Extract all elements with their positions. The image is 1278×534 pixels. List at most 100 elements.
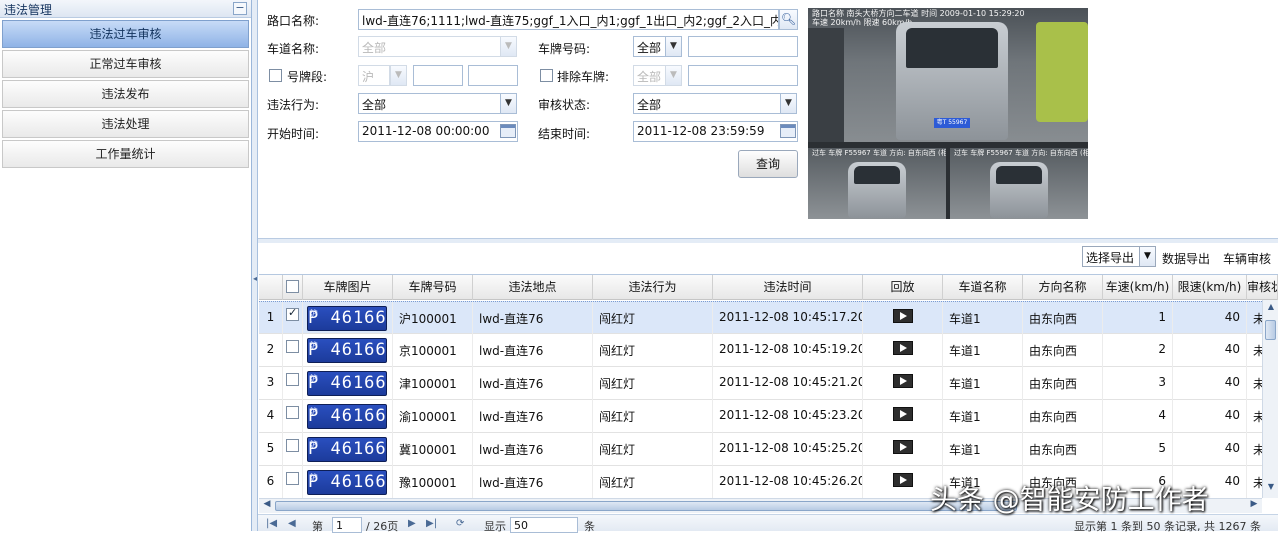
exclude-input[interactable] <box>688 65 798 86</box>
first-page-icon[interactable]: |◀ <box>266 518 277 529</box>
row-checkbox[interactable] <box>286 340 299 353</box>
plate-input[interactable] <box>688 36 798 57</box>
segment-checkbox[interactable] <box>269 69 282 82</box>
end-time-input[interactable]: 2011-12-08 23:59:59 <box>633 121 798 142</box>
playback-icon[interactable] <box>892 341 913 355</box>
plate-image-cell[interactable]: 沪P 46166 <box>303 400 393 433</box>
nav-item[interactable]: 正常过车审核 <box>2 50 249 78</box>
horizontal-splitter[interactable] <box>258 238 1278 243</box>
vertical-scroll-thumb[interactable] <box>1265 320 1276 340</box>
plate-type-select[interactable]: 全部 <box>633 36 666 57</box>
lane-dropdown-icon[interactable]: ▼ <box>500 36 517 57</box>
nav-item[interactable]: 违法过车审核 <box>2 20 249 48</box>
refresh-icon[interactable]: ⟳ <box>456 518 464 529</box>
row-checkbox[interactable] <box>286 439 299 452</box>
collapse-icon[interactable]: − <box>233 2 247 15</box>
nav-item[interactable]: 违法处理 <box>2 110 249 138</box>
segment-to-input[interactable] <box>468 65 518 86</box>
table-row[interactable]: 2沪P 46166 京100001 lwd-直连76 闯红灯 2011-12-08 10… <box>259 334 1278 367</box>
nav-item[interactable]: 工作量统计 <box>2 140 249 168</box>
end-calendar-icon[interactable] <box>780 124 796 138</box>
plate-image[interactable]: 沪P 46166 <box>307 306 387 331</box>
vehicle-review-button[interactable]: 车辆审核 <box>1223 250 1271 267</box>
row-checkbox-cell[interactable] <box>283 302 303 335</box>
data-export-button[interactable]: 数据导出 <box>1162 250 1210 267</box>
lane-select[interactable]: 全部 <box>358 36 501 57</box>
row-checkbox[interactable] <box>286 306 299 321</box>
column-header[interactable]: 车速(km/h) <box>1103 275 1173 300</box>
start-time-input[interactable]: 2011-12-08 00:00:00 <box>358 121 518 142</box>
row-checkbox-cell[interactable] <box>283 400 303 433</box>
plate-image[interactable]: 沪P 46166 <box>307 437 387 462</box>
column-header[interactable]: 回放 <box>863 275 943 300</box>
table-row[interactable]: 5沪P 46166 冀100001 lwd-直连76 闯红灯 2011-12-08 10… <box>259 433 1278 466</box>
table-row[interactable]: 1沪P 46166沪100001lwd-直连76闯红灯2011-12-08 10… <box>259 301 1278 335</box>
playback-icon[interactable] <box>892 374 913 388</box>
plate-image-cell[interactable]: 沪P 46166 <box>303 334 393 367</box>
segment-prefix-select[interactable]: 沪 <box>358 65 390 86</box>
column-header[interactable]: 审核状 <box>1247 275 1278 300</box>
scroll-up-icon[interactable]: ▲ <box>1264 302 1278 316</box>
table-row[interactable]: 4沪P 46166 渝100001 lwd-直连76 闯红灯 2011-12-08 10… <box>259 400 1278 433</box>
scroll-right-icon[interactable]: ▶ <box>1247 499 1261 513</box>
review-dropdown-icon[interactable]: ▼ <box>780 93 797 114</box>
prev-page-icon[interactable]: ◀ <box>288 518 296 529</box>
row-checkbox[interactable] <box>286 406 299 419</box>
query-button[interactable]: 查询 <box>738 150 798 178</box>
playback-cell[interactable] <box>863 400 943 433</box>
violation-dropdown-icon[interactable]: ▼ <box>500 93 517 114</box>
select-all-checkbox[interactable] <box>286 280 299 293</box>
plate-image[interactable]: 沪P 46166 <box>307 371 387 396</box>
violation-select[interactable]: 全部 <box>358 93 501 114</box>
segment-prefix-dropdown-icon[interactable]: ▼ <box>390 65 407 86</box>
last-page-icon[interactable]: ▶| <box>426 518 437 529</box>
nav-splitter[interactable]: ◂ <box>252 0 258 531</box>
playback-cell[interactable] <box>863 433 943 466</box>
scroll-down-icon[interactable]: ▼ <box>1264 482 1278 496</box>
road-input[interactable]: lwd-直连76;1111;lwd-直连75;ggf_1入口_内1;ggf_1出… <box>358 9 779 30</box>
exclude-type-dropdown-icon[interactable]: ▼ <box>665 65 682 86</box>
plate-image[interactable]: 沪P 46166 <box>307 404 387 429</box>
plate-image-cell[interactable]: 沪P 46166 <box>303 433 393 466</box>
header-select-all[interactable] <box>283 275 303 300</box>
column-header[interactable]: 违法行为 <box>593 275 713 300</box>
column-header[interactable]: 限速(km/h) <box>1173 275 1247 300</box>
next-page-icon[interactable]: ▶ <box>408 518 416 529</box>
row-checkbox[interactable] <box>286 373 299 386</box>
plate-type-dropdown-icon[interactable]: ▼ <box>665 36 682 57</box>
capture-main-image[interactable]: 路口名称 南头大桥方向二车道 时间 2009-01-10 15:29:20 车速… <box>808 8 1088 142</box>
playback-cell[interactable] <box>863 334 943 367</box>
row-checkbox-cell[interactable] <box>283 466 303 498</box>
row-checkbox-cell[interactable] <box>283 367 303 400</box>
column-header[interactable]: 违法地点 <box>473 275 593 300</box>
plate-image-cell[interactable]: 沪P 46166 <box>303 466 393 498</box>
row-checkbox[interactable] <box>286 472 299 485</box>
playback-icon[interactable] <box>892 407 913 421</box>
playback-cell[interactable] <box>863 302 943 335</box>
start-calendar-icon[interactable] <box>500 124 516 138</box>
scroll-left-icon[interactable]: ◀ <box>260 499 274 513</box>
column-header[interactable]: 车道名称 <box>943 275 1023 300</box>
segment-from-input[interactable] <box>413 65 463 86</box>
playback-icon[interactable] <box>892 440 913 454</box>
plate-image-cell[interactable]: 沪P 46166 <box>303 302 393 335</box>
plate-image[interactable]: 沪P 46166 <box>307 338 387 363</box>
capture-sub-image-2[interactable]: 过车 车牌 F55967 车道 方向: 自东向西 (相) <box>950 148 1088 219</box>
splitter-arrow-icon[interactable]: ◂ <box>253 274 257 283</box>
row-checkbox-cell[interactable] <box>283 334 303 367</box>
nav-item[interactable]: 违法发布 <box>2 80 249 108</box>
exclude-checkbox[interactable] <box>540 69 553 82</box>
road-search-icon[interactable]: 🔍︎ <box>779 9 798 30</box>
grid-vertical-scrollbar[interactable]: ▲ ▼ <box>1262 300 1278 498</box>
column-header[interactable]: 违法时间 <box>713 275 863 300</box>
row-checkbox-cell[interactable] <box>283 433 303 466</box>
playback-icon[interactable] <box>892 309 913 323</box>
exclude-type-select[interactable]: 全部 <box>633 65 666 86</box>
column-header[interactable]: 方向名称 <box>1023 275 1103 300</box>
horizontal-scroll-thumb[interactable] <box>275 501 1017 511</box>
playback-icon[interactable] <box>892 473 913 487</box>
plate-image-cell[interactable]: 沪P 46166 <box>303 367 393 400</box>
export-dropdown-icon[interactable]: ▼ <box>1139 247 1155 266</box>
table-row[interactable]: 3沪P 46166 津100001 lwd-直连76 闯红灯 2011-12-08 10… <box>259 367 1278 400</box>
column-header[interactable]: 车牌图片 <box>303 275 393 300</box>
